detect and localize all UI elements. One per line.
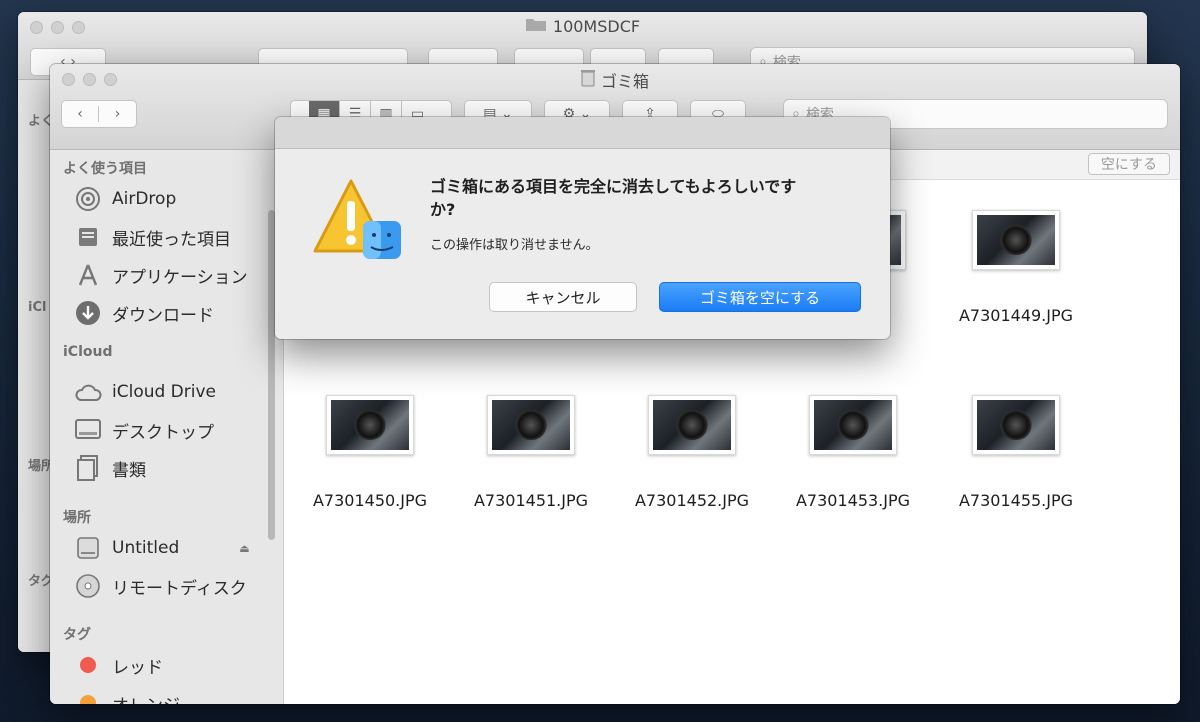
sidebar-item-icloud-drive[interactable]: iCloud Drive [74,376,216,408]
sidebar-item-desktop[interactable]: デスクトップ [74,414,214,446]
desktop-icon [74,416,102,444]
cancel-button[interactable]: キャンセル [489,282,637,312]
sidebar-item-tag-orange[interactable]: オレンジ [74,687,180,704]
empty-trash-button[interactable]: ゴミ箱を空にする [659,282,861,312]
downloads-icon [74,299,102,327]
sidebar-header-fragment: iCl [28,300,47,315]
sidebar-item-remote-disc[interactable]: リモートディスク [74,570,247,602]
file-thumbnail [648,395,736,455]
file-thumbnail [487,395,575,455]
file-item[interactable]: A7301455.JPG [941,395,1091,510]
file-thumbnail [972,210,1060,270]
sidebar-item-tag-red[interactable]: レッド [74,649,163,681]
sidebar: よく使う項目 AirDrop 最近使った項目 アプリケーション ダウンロード i… [50,150,284,704]
dialog-sheet-top [275,117,890,149]
file-item[interactable]: A7301452.JPG [617,395,767,510]
back-forward-buttons[interactable]: ‹ › [61,100,137,128]
tag-dot-icon [74,651,102,679]
sidebar-item-applications[interactable]: アプリケーション [74,259,248,291]
cloud-icon [74,378,102,406]
sidebar-item-documents[interactable]: 書類 [74,452,146,484]
file-item[interactable]: A7301453.JPG [778,395,928,510]
warning-finder-icon [311,177,403,267]
back-icon[interactable]: ‹ [62,106,100,122]
tag-dot-icon [74,689,102,704]
file-thumbnail [809,395,897,455]
disk-icon [74,534,102,562]
file-thumbnail [972,395,1060,455]
documents-icon [74,454,102,482]
sidebar-item-airdrop[interactable]: AirDrop [74,183,176,215]
airdrop-icon [74,185,102,213]
dialog-message: この操作は取り消せません。 [430,238,599,253]
file-item[interactable]: A7301450.JPG [295,395,445,510]
trash-icon [580,69,595,91]
window-title: ゴミ箱 [50,68,1180,92]
sidebar-header-tags: タグ [63,627,91,643]
sidebar-item-downloads[interactable]: ダウンロード [74,297,214,329]
dialog-title: ゴミ箱にある項目を完全に消去してもよろしいですか? [430,177,797,219]
eject-icon[interactable]: ⏏ [239,542,249,555]
sidebar-item-untitled[interactable]: Untitled ⏏ [74,532,250,564]
sidebar-header-favorites: よく使う項目 [63,161,147,177]
sidebar-header-locations: 場所 [63,510,91,526]
file-item[interactable]: A7301449.JPG [941,210,1091,325]
sidebar-header-icloud: iCloud [63,344,113,360]
empty-trash-bar-button[interactable]: 空にする [1088,153,1170,175]
window-title: 100MSDCF [18,16,1147,36]
remote-disc-icon [74,572,102,600]
forward-icon[interactable]: › [99,106,136,122]
recents-icon [74,223,102,251]
sidebar-scrollbar[interactable] [268,210,275,540]
file-thumbnail [326,395,414,455]
desktop: 100MSDCF ‹ › ⌕ 検索 よく iCl 場所 タグ ゴミ箱 ‹ › ▦… [0,0,1200,722]
file-item[interactable]: A7301451.JPG [456,395,606,510]
sidebar-item-recents[interactable]: 最近使った項目 [74,221,231,253]
empty-trash-dialog: ゴミ箱にある項目を完全に消去してもよろしいですか? この操作は取り消せません。 … [275,117,890,339]
folder-icon [525,16,547,36]
applications-icon [74,261,102,289]
